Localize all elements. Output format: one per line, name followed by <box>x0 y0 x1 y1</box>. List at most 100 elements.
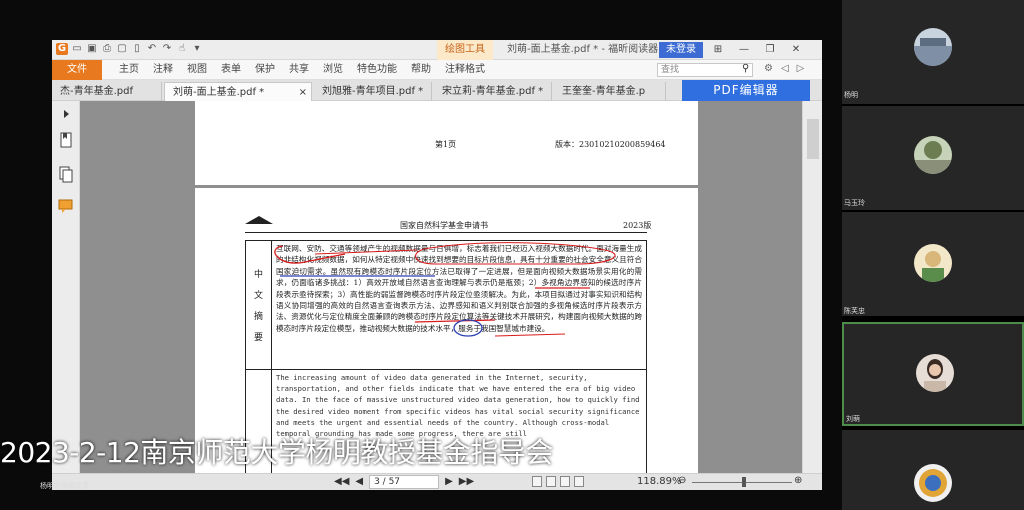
participant-tile[interactable]: 陈芙忠 <box>842 212 1024 316</box>
video-caption: 2023-2-12南京师范大学杨明教授基金指导会 <box>0 436 553 469</box>
prev-page-icon[interactable]: ◀ <box>355 475 363 489</box>
document-viewport[interactable]: 第1页 版本：23010210200859464 国家自然科学基金申请书 202… <box>80 101 802 473</box>
comments-icon[interactable] <box>58 197 74 215</box>
undo-icon[interactable]: ↶ <box>146 43 158 55</box>
thumbnails-icon[interactable] <box>58 165 74 183</box>
menu-item[interactable]: 表单 <box>214 60 248 80</box>
expand-panel-icon[interactable] <box>58 105 74 123</box>
scrollbar-thumb[interactable] <box>807 119 819 159</box>
tab-label: 刘萌-面上基金.pdf * <box>173 87 265 98</box>
window-controls: ⊞ — ❐ ✕ <box>712 42 802 58</box>
new-icon[interactable]: ▢ <box>116 43 128 55</box>
menu-item[interactable]: 主页 <box>112 60 146 80</box>
redo-icon[interactable]: ↷ <box>161 43 173 55</box>
participant-tile[interactable] <box>842 430 1024 510</box>
avatar-image <box>914 464 952 502</box>
view-mode-buttons <box>532 476 584 487</box>
foxit-logo-icon: G <box>56 43 68 55</box>
tab-label: 杰-青年基金.pdf <box>60 86 134 97</box>
participant-tile[interactable]: 马玉玲 <box>842 106 1024 210</box>
screen-share-tag: 杨明的屏幕共享 <box>40 482 89 490</box>
menu-item[interactable]: 注释 <box>146 60 180 80</box>
nsfc-logo-icon <box>245 216 273 224</box>
participant-tile[interactable]: 杨明 <box>842 0 1024 104</box>
context-tool-tab[interactable]: 绘图工具 <box>437 40 493 60</box>
search-icon[interactable]: ⚲ <box>742 63 749 74</box>
settings-icon[interactable]: ⚙ <box>764 63 773 74</box>
participant-name: 刘萌 <box>846 415 860 423</box>
avatar <box>914 244 952 282</box>
bookmark-icon[interactable] <box>58 131 74 149</box>
restore-icon[interactable]: ❐ <box>764 42 776 58</box>
single-page-view-icon[interactable] <box>532 476 542 487</box>
save-icon[interactable]: ▣ <box>86 43 98 55</box>
avatar <box>914 464 952 502</box>
facing-view-icon[interactable] <box>560 476 570 487</box>
page-header-title: 国家自然科学基金申请书 <box>400 221 488 230</box>
quick-access-toolbar: G ▭ ▣ ⎙ ▢ ▯ ↶ ↷ ☝ ▾ <box>56 43 203 55</box>
page-navigation: ◀◀ ◀ 3 / 57 ▶ ▶▶ <box>334 475 474 489</box>
first-page-icon[interactable]: ◀◀ <box>334 475 349 489</box>
vertical-scrollbar[interactable] <box>802 101 822 473</box>
avatar <box>914 28 952 66</box>
pdf-editor-button[interactable]: PDF编辑器 <box>682 80 810 101</box>
forward-icon[interactable]: ▷ <box>797 63 805 74</box>
dropdown-icon[interactable]: ▾ <box>191 43 203 55</box>
page-input[interactable]: 3 / 57 <box>369 475 440 489</box>
search-input[interactable]: 查找 <box>657 63 753 77</box>
previous-page: 第1页 版本：23010210200859464 <box>195 101 698 185</box>
navigation-sidebar <box>52 101 80 473</box>
tab-document[interactable]: 王奎奎-青年基金.p <box>554 82 666 101</box>
menu-item[interactable]: 注释格式 <box>438 60 492 80</box>
abstract-zh-label: 中 文 摘 要 <box>246 241 272 369</box>
participant-name: 杨明 <box>844 91 858 99</box>
label-char: 要 <box>254 333 264 343</box>
version-number: 版本：23010210200859464 <box>555 140 666 149</box>
hand-tool-icon[interactable]: ☝ <box>176 43 188 55</box>
menu-item[interactable]: 浏览 <box>316 60 350 80</box>
shared-screen: G ▭ ▣ ⎙ ▢ ▯ ↶ ↷ ☝ ▾ 绘图工具 刘萌-面上基金.pdf * -… <box>52 40 822 490</box>
avatar-image <box>914 136 952 174</box>
layout-icon[interactable]: ⊞ <box>712 42 724 58</box>
file-menu[interactable]: 文件 <box>52 60 102 80</box>
menu-items: 主页 注释 视图 表单 保护 共享 浏览 特色功能 帮助 注释格式 <box>112 60 492 80</box>
page-icon[interactable]: ▯ <box>131 43 143 55</box>
last-page-icon[interactable]: ▶▶ <box>459 475 474 489</box>
participant-panel: 杨明 马玉玲 陈芙忠 刘萌 <box>842 0 1024 510</box>
menu-item[interactable]: 特色功能 <box>350 60 404 80</box>
tab-label: 宋立莉-青年基金.pdf * <box>442 86 544 97</box>
menu-item[interactable]: 视图 <box>180 60 214 80</box>
zoom-in-icon[interactable]: ⊕ <box>794 475 802 486</box>
continuous-view-icon[interactable] <box>546 476 556 487</box>
print-icon[interactable]: ⎙ <box>101 43 113 55</box>
login-button[interactable]: 未登录 <box>659 42 703 58</box>
minimize-icon[interactable]: — <box>738 42 750 58</box>
participant-tile-speaking[interactable]: 刘萌 <box>842 322 1024 426</box>
avatar <box>914 136 952 174</box>
tab-document-active[interactable]: 刘萌-面上基金.pdf * × <box>164 82 312 101</box>
close-icon[interactable]: ✕ <box>790 42 802 58</box>
participant-name: 陈芙忠 <box>844 307 865 315</box>
label-char: 文 <box>254 291 264 301</box>
next-page-icon[interactable]: ▶ <box>445 475 453 489</box>
menu-tail-controls: ⚙ ◁ ▷ <box>764 63 804 74</box>
close-tab-icon[interactable]: × <box>299 83 307 101</box>
cover-view-icon[interactable] <box>574 476 584 487</box>
tab-label: 王奎奎-青年基金.p <box>562 86 646 97</box>
menu-item[interactable]: 保护 <box>248 60 282 80</box>
back-icon[interactable]: ◁ <box>781 63 789 74</box>
tab-document[interactable]: 刘旭雅-青年项目.pdf * <box>314 82 432 101</box>
open-icon[interactable]: ▭ <box>71 43 83 55</box>
document-tabs: 杰-青年基金.pdf 刘萌-面上基金.pdf * × 刘旭雅-青年项目.pdf … <box>52 80 822 101</box>
zoom-slider-handle[interactable] <box>742 477 746 487</box>
zoom-out-icon[interactable]: ⊖ <box>678 475 686 486</box>
tab-document[interactable]: 宋立莉-青年基金.pdf * <box>434 82 552 101</box>
abstract-divider <box>246 369 646 370</box>
avatar <box>916 354 954 392</box>
zoom-level[interactable]: 118.89% <box>637 475 682 489</box>
menu-item[interactable]: 共享 <box>282 60 316 80</box>
tab-label: 刘旭雅-青年项目.pdf * <box>322 86 424 97</box>
tab-document[interactable]: 杰-青年基金.pdf <box>52 82 162 101</box>
menu-item[interactable]: 帮助 <box>404 60 438 80</box>
meeting-window: G ▭ ▣ ⎙ ▢ ▯ ↶ ↷ ☝ ▾ 绘图工具 刘萌-面上基金.pdf * -… <box>0 0 1024 510</box>
